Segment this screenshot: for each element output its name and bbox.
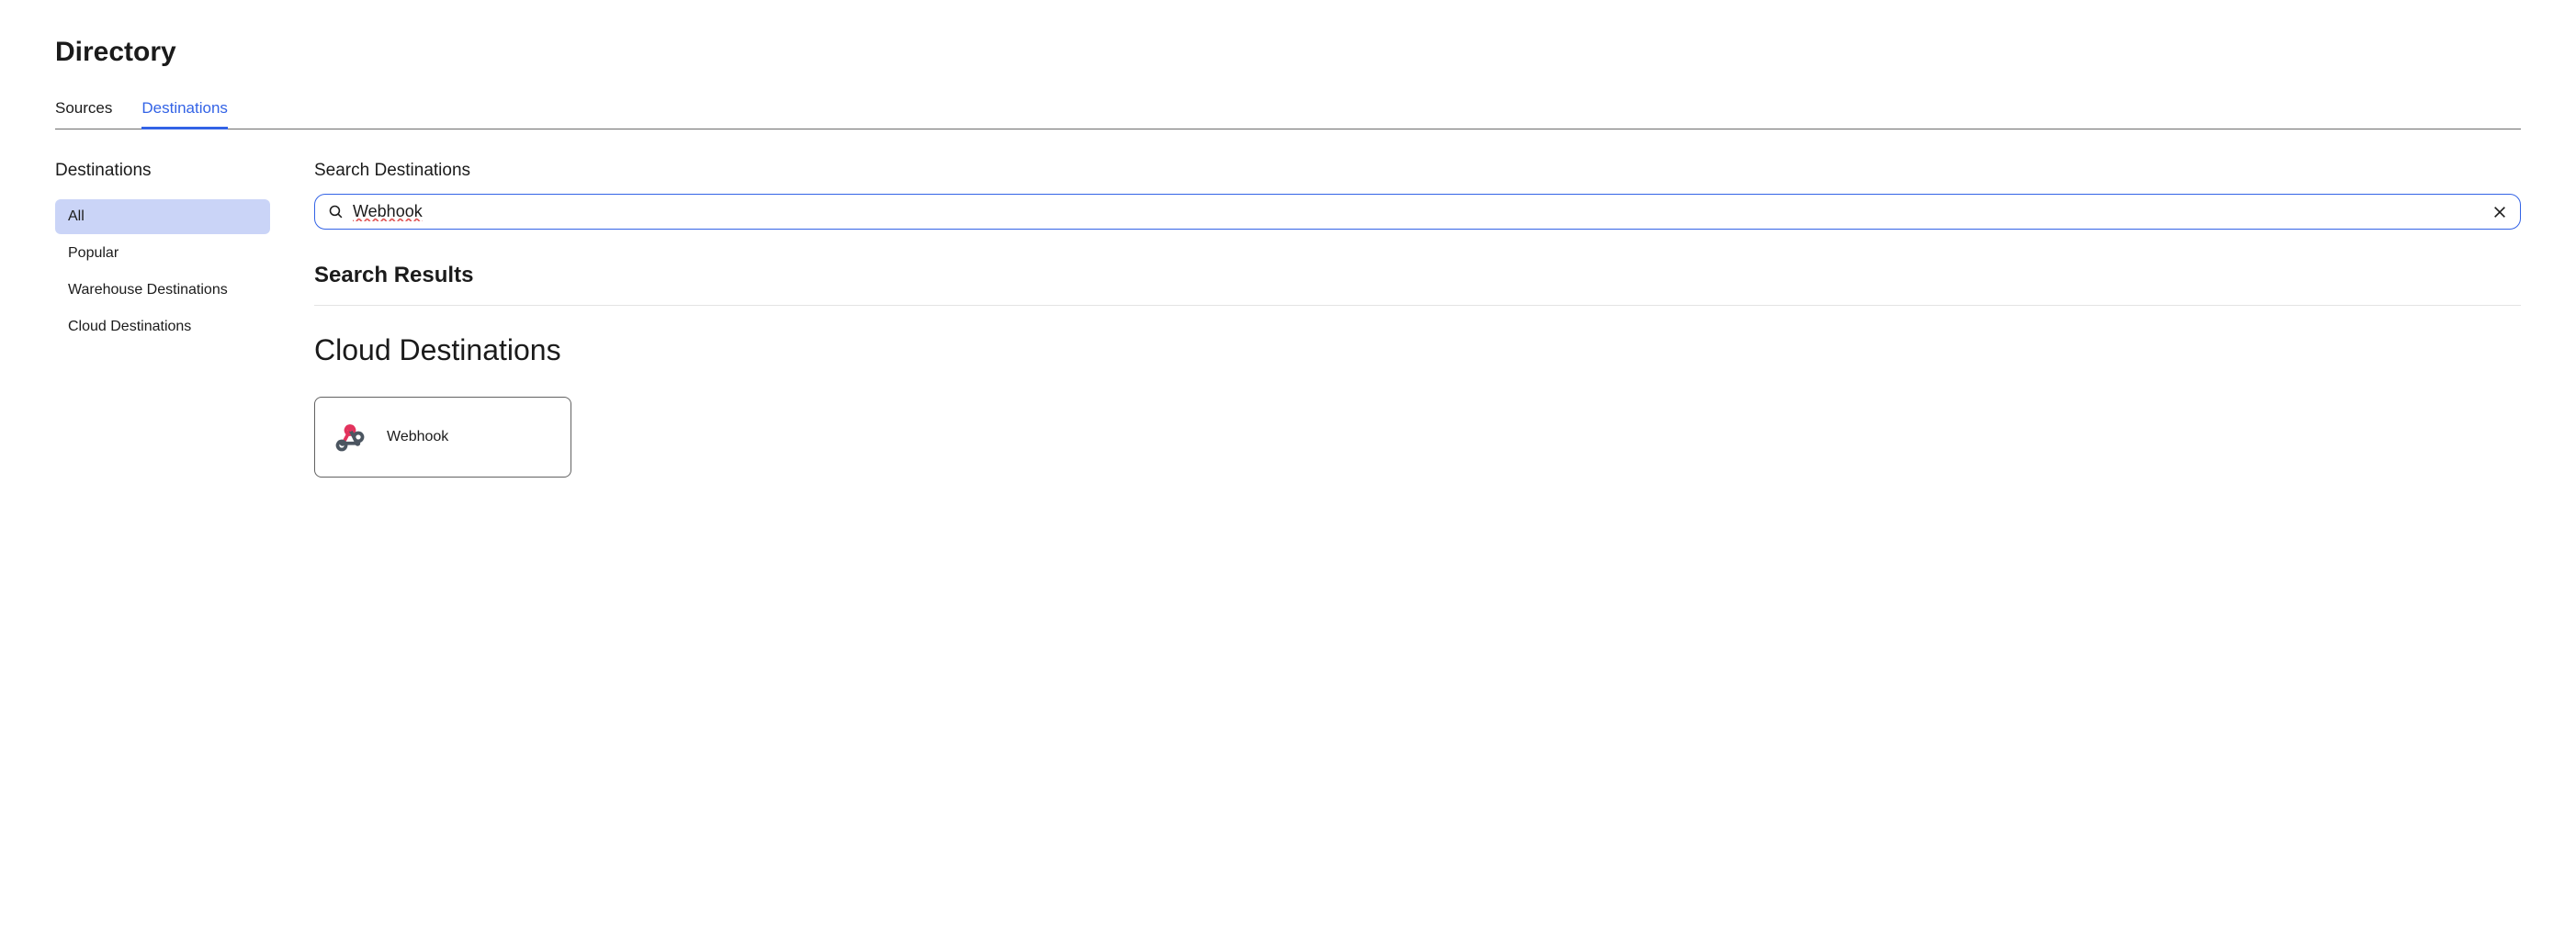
card-webhook[interactable]: Webhook	[314, 397, 571, 478]
search-label: Search Destinations	[314, 161, 2521, 181]
results-heading: Search Results	[314, 263, 2521, 288]
search-input[interactable]	[353, 202, 2483, 221]
sidebar-item-all[interactable]: All	[55, 199, 270, 234]
page-title: Directory	[55, 37, 2521, 68]
results-divider	[314, 305, 2521, 306]
search-icon	[328, 204, 344, 219]
sidebar: Destinations All Popular Warehouse Desti…	[55, 161, 270, 346]
sidebar-item-cloud-destinations[interactable]: Cloud Destinations	[55, 309, 270, 344]
sidebar-item-warehouse-destinations[interactable]: Warehouse Destinations	[55, 273, 270, 308]
tab-sources[interactable]: Sources	[55, 94, 112, 129]
sidebar-item-popular[interactable]: Popular	[55, 236, 270, 271]
search-box[interactable]	[314, 194, 2521, 230]
close-icon[interactable]	[2492, 205, 2507, 219]
sidebar-title: Destinations	[55, 161, 270, 181]
main-panel: Search Destinations Search Results	[314, 161, 2521, 478]
card-label: Webhook	[387, 429, 448, 445]
result-cards: Webhook	[314, 397, 2521, 478]
directory-page: Directory Sources Destinations Destinati…	[0, 0, 2576, 514]
results-group-heading: Cloud Destinations	[314, 333, 2521, 367]
tab-destinations[interactable]: Destinations	[141, 94, 228, 129]
webhook-icon	[333, 421, 367, 454]
tabs: Sources Destinations	[55, 94, 2521, 129]
content-area: Destinations All Popular Warehouse Desti…	[55, 161, 2521, 478]
